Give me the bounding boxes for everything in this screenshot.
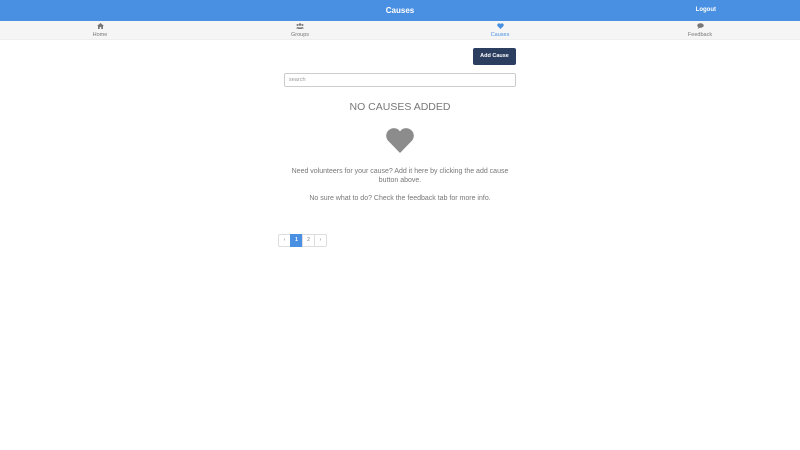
- tab-feedback[interactable]: Feedback: [600, 21, 800, 40]
- users-icon: [200, 23, 400, 32]
- tab-bar: Home Groups Causes Feedback: [0, 21, 800, 40]
- tab-home[interactable]: Home: [0, 21, 200, 40]
- pagination: ‹ 1 2 ›: [278, 234, 327, 247]
- heart-icon: [400, 23, 600, 32]
- empty-state-message: Need volunteers for your cause? Add it h…: [291, 168, 509, 184]
- logout-button[interactable]: Logout: [696, 0, 716, 21]
- pagination-next-button[interactable]: ›: [314, 234, 327, 247]
- empty-state-title: NO CAUSES ADDED: [349, 101, 451, 113]
- search-input[interactable]: [284, 73, 516, 87]
- comment-icon: [600, 23, 800, 32]
- top-bar: Causes Logout: [0, 0, 800, 21]
- tab-groups-label: Groups: [290, 32, 310, 38]
- help-message: No sure what to do? Check the feedback t…: [309, 195, 491, 202]
- tab-causes-label: Causes: [490, 32, 510, 38]
- tab-causes[interactable]: Causes: [400, 21, 600, 40]
- tab-groups[interactable]: Groups: [200, 21, 400, 40]
- add-cause-button[interactable]: Add Cause: [473, 48, 516, 65]
- tab-feedback-label: Feedback: [687, 32, 713, 38]
- tab-home-label: Home: [92, 32, 108, 38]
- page-title: Causes: [385, 6, 415, 15]
- home-icon: [0, 23, 200, 32]
- heart-icon: [386, 128, 414, 153]
